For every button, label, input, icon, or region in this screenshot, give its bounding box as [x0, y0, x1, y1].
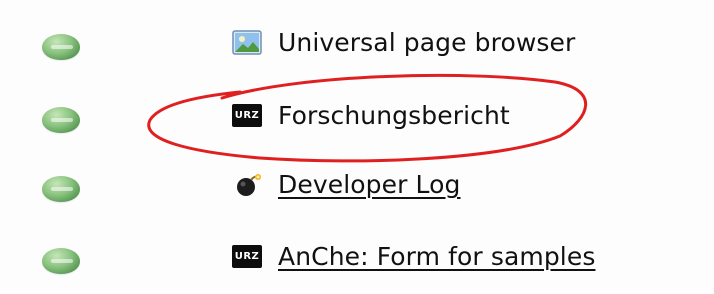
list-item: Universal page browser: [0, 20, 714, 80]
green-bullet-icon: [42, 34, 80, 60]
urz-logo-icon: URZ: [232, 245, 262, 268]
developer-log-link[interactable]: Developer Log: [278, 170, 460, 199]
list-item: Developer Log: [0, 162, 714, 222]
item-label[interactable]: Forschungsbericht: [278, 101, 510, 130]
green-bullet-icon: [42, 176, 80, 202]
item-label[interactable]: Universal page browser: [278, 28, 575, 57]
green-bullet-icon: [42, 107, 80, 133]
picture-icon: [232, 30, 262, 55]
list-item: URZ Forschungsbericht: [0, 93, 714, 153]
list-item: URZ AnChe: Form for samples: [0, 234, 714, 294]
urz-logo-icon: URZ: [232, 104, 262, 127]
green-bullet-icon: [42, 248, 80, 274]
bomb-icon: [237, 174, 261, 196]
page-list: Universal page browser URZ Forschungsber…: [0, 0, 714, 291]
anche-form-link[interactable]: AnChe: Form for samples: [278, 242, 595, 271]
